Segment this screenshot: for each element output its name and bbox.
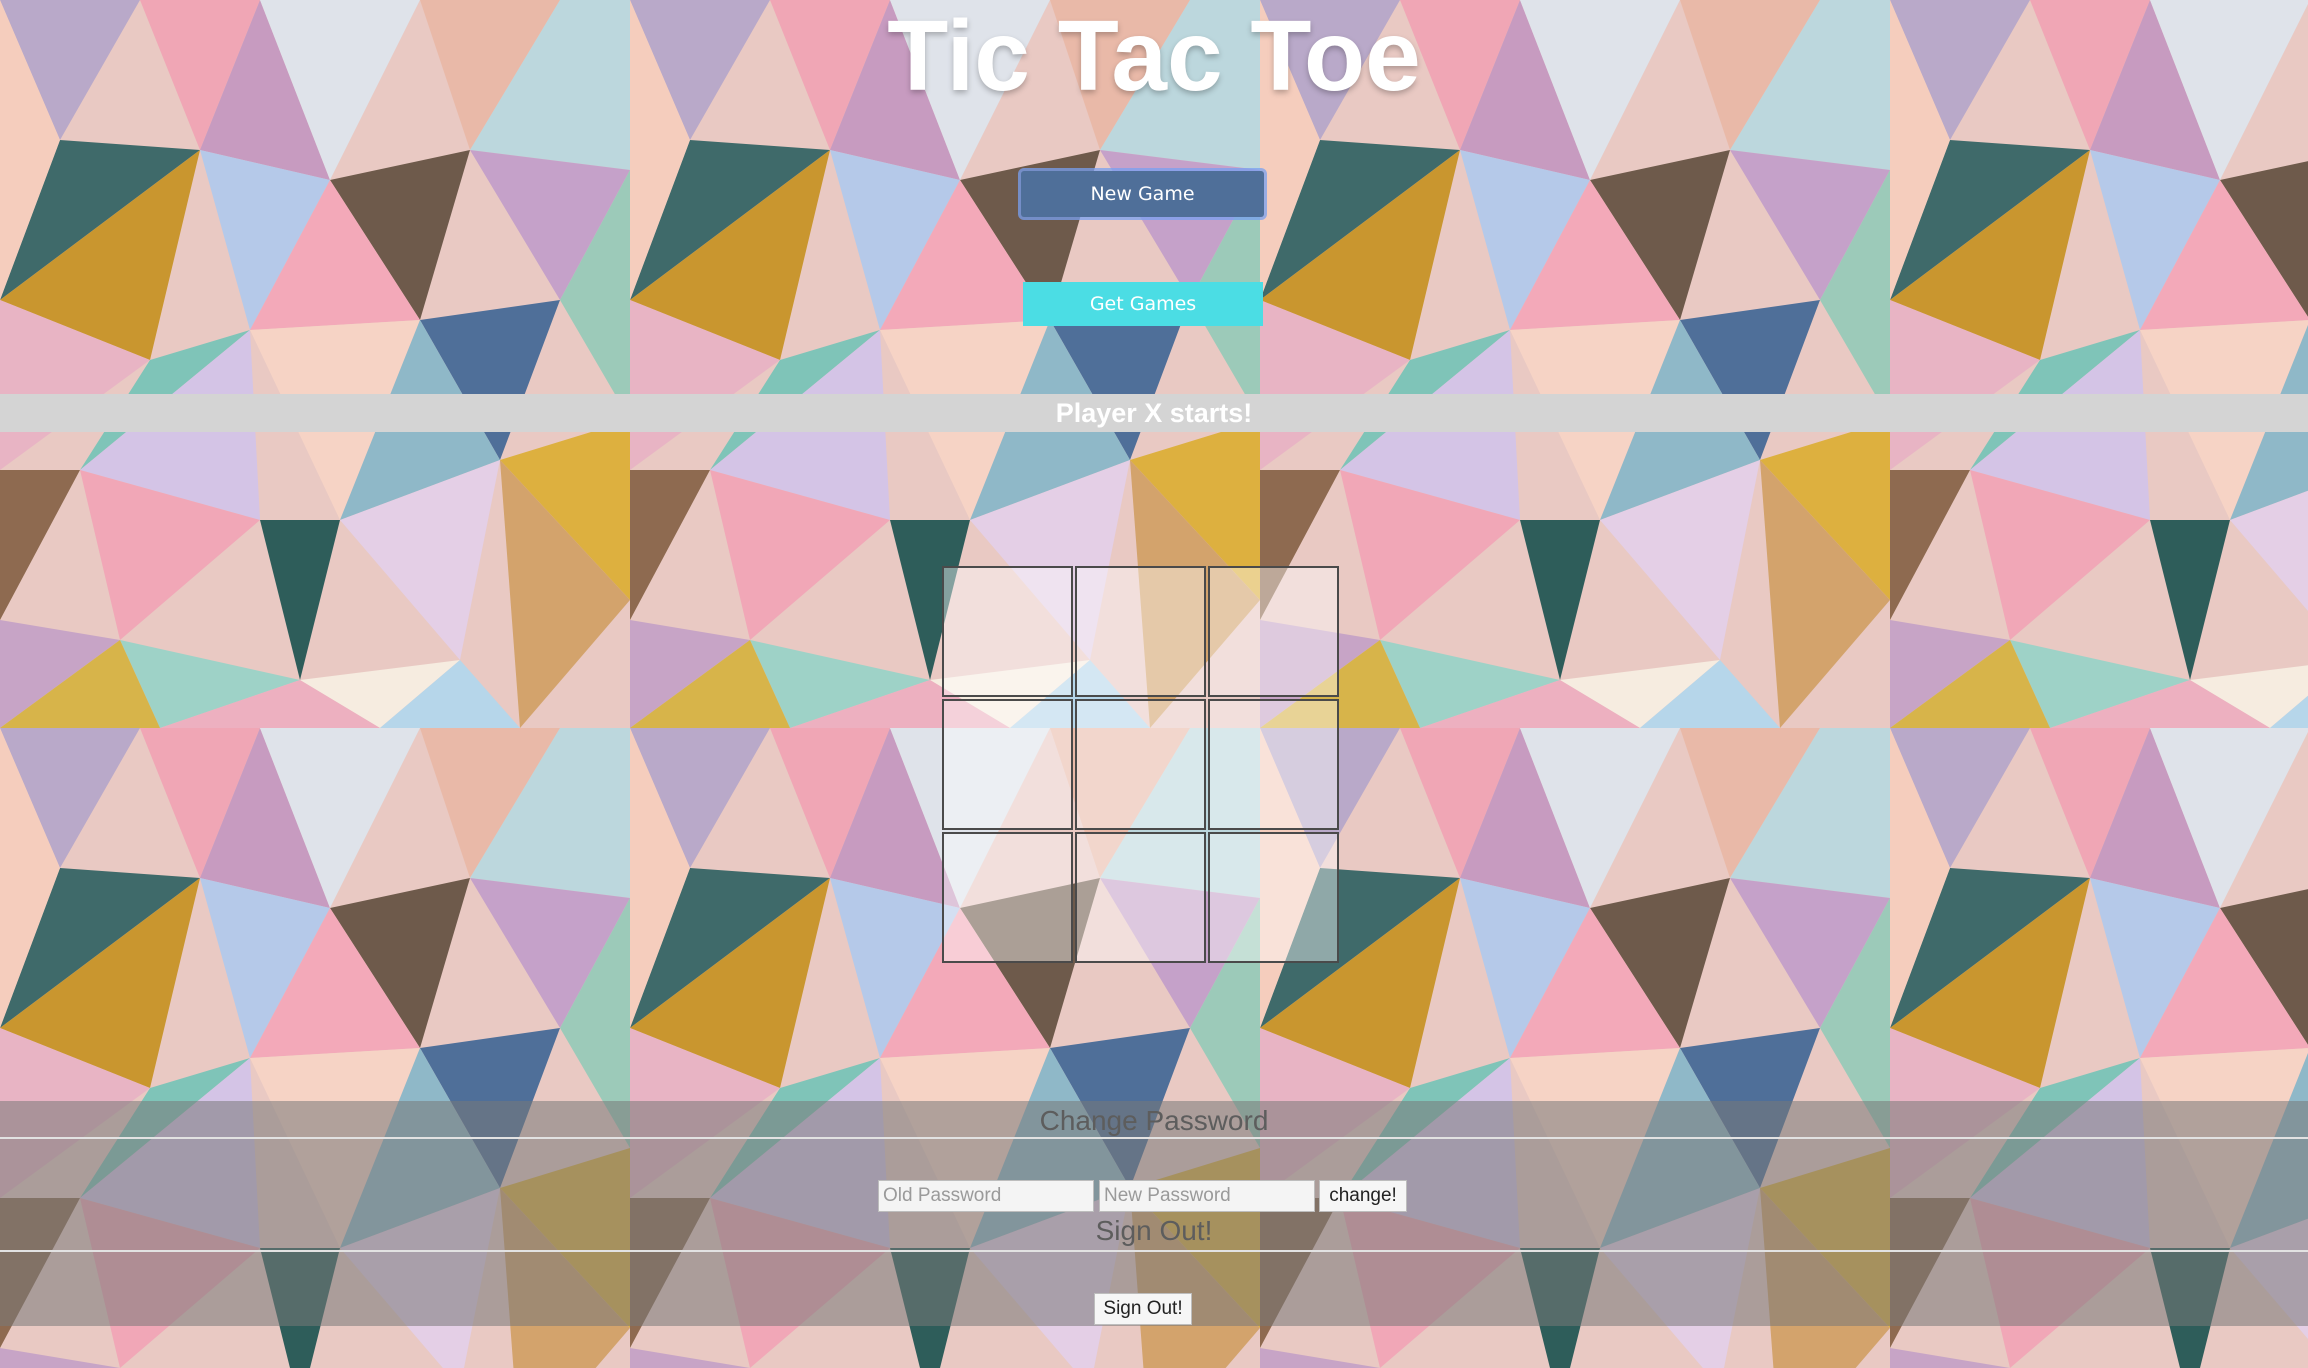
new-game-button[interactable]: New Game (1021, 171, 1264, 217)
account-panel: Change Password change! Sign Out! Sign O… (0, 1101, 2308, 1326)
old-password-field[interactable] (878, 1180, 1094, 1212)
sign-out-button[interactable]: Sign Out! (1094, 1293, 1192, 1325)
board-cell-2[interactable] (1075, 566, 1206, 697)
board-cell-1[interactable] (942, 566, 1073, 697)
board-cell-5[interactable] (1075, 699, 1206, 830)
get-games-button[interactable]: Get Games (1023, 282, 1263, 326)
board-cell-6[interactable] (1208, 699, 1339, 830)
page-title: Tic Tac Toe (887, 0, 1421, 112)
board-cell-7[interactable] (942, 832, 1073, 963)
new-password-field[interactable] (1099, 1180, 1315, 1212)
sign-out-divider (0, 1250, 2308, 1252)
sign-out-heading: Sign Out! (1095, 1215, 1213, 1246)
change-password-button[interactable]: change! (1319, 1180, 1407, 1212)
board-cell-9[interactable] (1208, 832, 1339, 963)
board-cell-8[interactable] (1075, 832, 1206, 963)
board-cell-4[interactable] (942, 699, 1073, 830)
board-cell-3[interactable] (1208, 566, 1339, 697)
change-password-heading: Change Password (1039, 1105, 1269, 1136)
status-message: Player X starts! (0, 394, 2308, 432)
game-board (942, 566, 1342, 966)
change-password-divider (0, 1137, 2308, 1139)
